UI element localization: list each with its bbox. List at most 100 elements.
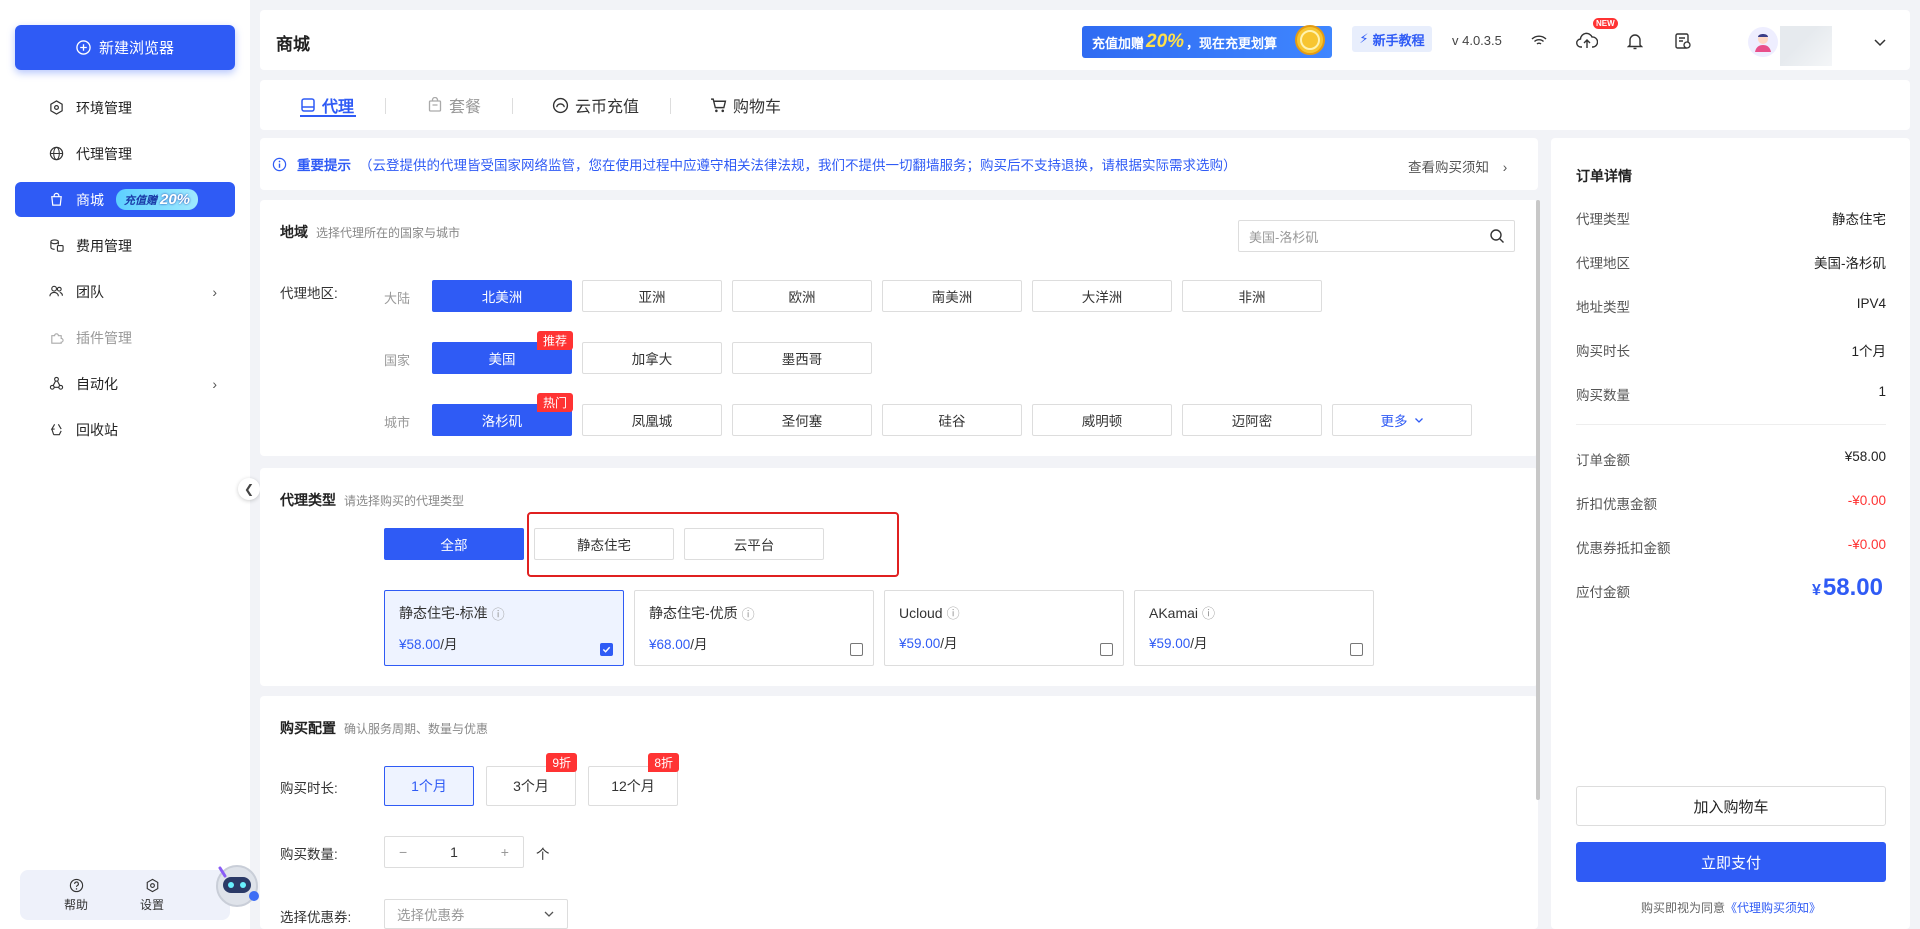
sidebar-item-store[interactable]: 商城 充值赠 20% bbox=[15, 182, 235, 217]
coupon-select[interactable]: 选择优惠券 bbox=[384, 899, 568, 929]
plan-checkbox[interactable] bbox=[850, 643, 863, 656]
proxy-type-title: 代理类型 bbox=[280, 492, 336, 508]
order-divider bbox=[1576, 424, 1886, 425]
plan-checkbox-checked[interactable] bbox=[600, 643, 613, 656]
proxy-type-heading: 代理类型 请选择购买的代理类型 bbox=[280, 490, 464, 510]
city-option[interactable]: 硅谷 bbox=[882, 404, 1022, 436]
city-option[interactable]: 洛杉矶 热门 bbox=[432, 393, 573, 436]
settings-button[interactable]: 设置 bbox=[122, 878, 182, 913]
plan-unit: /月 bbox=[1190, 636, 1208, 651]
plan-card[interactable]: AKamai ⓘ ¥59.00/月 bbox=[1134, 590, 1374, 666]
help-button[interactable]: 帮助 bbox=[46, 878, 106, 913]
duration-option-label: 12个月 bbox=[611, 778, 655, 794]
sidebar-item-automation[interactable]: 自动化 › bbox=[15, 366, 235, 401]
tab-coin-recharge[interactable]: 云币充值 bbox=[552, 93, 639, 117]
continent-option[interactable]: 大洋洲 bbox=[1032, 280, 1172, 312]
sidebar-item-plugins[interactable]: 插件管理 bbox=[15, 320, 235, 355]
user-name-blurred bbox=[1780, 26, 1832, 66]
recharge-promo-badge: 充值赠 20% bbox=[116, 189, 199, 210]
gold-coin-icon bbox=[1295, 25, 1325, 55]
pay-now-button[interactable]: 立即支付 bbox=[1576, 842, 1886, 882]
scrollbar[interactable] bbox=[1536, 200, 1540, 800]
plan-unit: /月 bbox=[440, 637, 458, 652]
avatar[interactable] bbox=[1748, 27, 1778, 57]
tab-label: 云币充值 bbox=[575, 99, 640, 116]
order-row-label: 购买数量 bbox=[1576, 388, 1630, 403]
agreement-link[interactable]: 《代理购买须知》 bbox=[1725, 901, 1821, 915]
collapse-sidebar-button[interactable]: ❮ bbox=[238, 478, 260, 500]
plan-name: AKamai bbox=[1149, 604, 1199, 621]
sidebar-item-billing[interactable]: 费用管理 bbox=[15, 228, 235, 263]
city-option[interactable]: 迈阿密 bbox=[1182, 404, 1322, 436]
shopping-bag-icon bbox=[48, 192, 64, 208]
info-icon: ⓘ bbox=[946, 606, 960, 621]
plan-card[interactable]: 静态住宅-标准 ⓘ ¥58.00/月 bbox=[384, 590, 624, 666]
globe-icon bbox=[48, 146, 64, 162]
tab-cart[interactable]: 购物车 bbox=[710, 93, 781, 117]
city-option[interactable]: 威明顿 bbox=[1032, 404, 1172, 436]
cloud-upload-icon[interactable] bbox=[1576, 30, 1598, 52]
region-search-input[interactable]: 美国-洛杉矶 bbox=[1238, 220, 1515, 252]
tab-package[interactable]: 套餐 bbox=[427, 93, 481, 117]
task-list-icon[interactable] bbox=[1672, 30, 1694, 52]
proxy-filter-all[interactable]: 全部 bbox=[384, 528, 524, 560]
city-option[interactable]: 凤凰城 bbox=[582, 404, 722, 436]
add-to-cart-button[interactable]: 加入购物车 bbox=[1576, 786, 1886, 826]
country-option[interactable]: 墨西哥 bbox=[732, 342, 872, 374]
country-option[interactable]: 加拿大 bbox=[582, 342, 722, 374]
continent-option[interactable]: 南美洲 bbox=[882, 280, 1022, 312]
order-row-label: 代理地区 bbox=[1576, 256, 1630, 271]
assistant-robot-icon[interactable] bbox=[210, 862, 264, 910]
more-cities-button[interactable]: 更多 bbox=[1332, 404, 1472, 436]
plan-checkbox[interactable] bbox=[1100, 643, 1113, 656]
purchase-terms-link[interactable]: 查看购买须知 › bbox=[1408, 156, 1507, 176]
recharge-promo-banner[interactable]: 充值加赠 20% ，现在充更划算 bbox=[1082, 25, 1332, 58]
order-row-value: 美国-洛杉矶 bbox=[1814, 256, 1886, 271]
city-option[interactable]: 圣何塞 bbox=[732, 404, 872, 436]
coupon-deduct-label: 优惠券抵扣金额 bbox=[1576, 541, 1671, 556]
continent-option[interactable]: 亚洲 bbox=[582, 280, 722, 312]
country-option[interactable]: 美国 推荐 bbox=[432, 331, 573, 374]
order-row-label: 地址类型 bbox=[1576, 300, 1630, 315]
plan-card[interactable]: 静态住宅-优质 ⓘ ¥68.00/月 bbox=[634, 590, 874, 666]
decrement-button[interactable]: − bbox=[399, 844, 407, 860]
help-icon bbox=[68, 878, 84, 894]
sidebar-item-team[interactable]: 团队 › bbox=[15, 274, 235, 309]
hot-tag: 热门 bbox=[536, 393, 573, 412]
tab-bar bbox=[260, 80, 1910, 130]
version-label: v 4.0.3.5 bbox=[1452, 33, 1502, 48]
sidebar-item-environment[interactable]: 环境管理 bbox=[15, 90, 235, 125]
continent-option[interactable]: 欧洲 bbox=[732, 280, 872, 312]
agreement-text: 购买即视为同意《代理购买须知》 bbox=[1576, 899, 1886, 916]
sidebar-footer: 帮助 设置 bbox=[20, 870, 230, 920]
plan-checkbox[interactable] bbox=[1350, 643, 1363, 656]
continent-option[interactable]: 北美洲 bbox=[432, 280, 572, 312]
quantity-value[interactable]: 1 bbox=[450, 844, 458, 860]
sidebar-item-recycle-bin[interactable]: 回收站 bbox=[15, 412, 235, 447]
chevron-down-icon[interactable] bbox=[1872, 34, 1888, 50]
purchase-title: 购买配置 bbox=[280, 720, 336, 736]
recommended-tag: 推荐 bbox=[536, 331, 573, 350]
banner-suffix: ，现在充更划算 bbox=[1186, 35, 1278, 51]
duration-option[interactable]: 12个月 8折 bbox=[588, 753, 679, 806]
promo-badge-text: 充值赠 bbox=[124, 194, 157, 207]
region-heading: 地域 选择代理所在的国家与城市 bbox=[280, 222, 460, 242]
duration-option[interactable]: 3个月 9折 bbox=[486, 753, 577, 806]
continent-option[interactable]: 非洲 bbox=[1182, 280, 1322, 312]
sidebar-item-label: 团队 bbox=[76, 283, 104, 300]
plus-circle-icon bbox=[76, 40, 91, 55]
quantity-stepper: − 1 + bbox=[384, 836, 524, 868]
coupon-placeholder: 选择优惠券 bbox=[397, 908, 465, 923]
plan-card[interactable]: Ucloud ⓘ ¥59.00/月 bbox=[884, 590, 1124, 666]
tutorial-button[interactable]: ⚡ 新手教程 bbox=[1352, 26, 1432, 52]
chevron-right-icon: › bbox=[212, 375, 217, 392]
tab-proxy[interactable]: 代理 bbox=[300, 93, 354, 117]
sidebar-item-proxy[interactable]: 代理管理 bbox=[15, 136, 235, 171]
bell-icon[interactable] bbox=[1624, 30, 1646, 52]
duration-option[interactable]: 1个月 bbox=[384, 766, 474, 806]
team-icon bbox=[48, 284, 64, 300]
wifi-icon[interactable] bbox=[1528, 30, 1550, 52]
order-row-value: IPV4 bbox=[1856, 296, 1886, 311]
increment-button[interactable]: + bbox=[501, 844, 509, 860]
new-browser-button[interactable]: 新建浏览器 bbox=[15, 25, 235, 70]
